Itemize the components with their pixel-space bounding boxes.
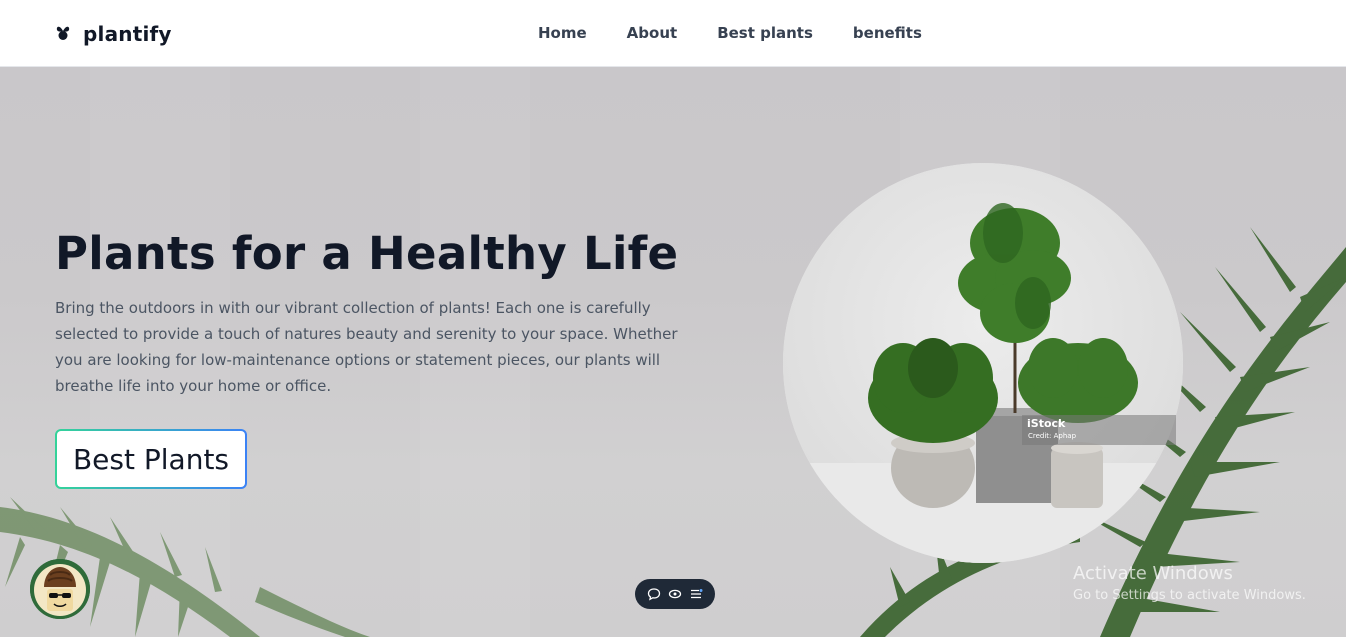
image-credit-badge: iStock Credit: Aphap bbox=[1022, 415, 1176, 445]
user-avatar[interactable] bbox=[30, 559, 90, 619]
brand[interactable]: plantify bbox=[55, 22, 172, 46]
nav-link-benefits[interactable]: benefits bbox=[853, 24, 922, 42]
plant-logo-icon bbox=[55, 23, 71, 45]
badge-credit: Credit: Aphap bbox=[1028, 432, 1077, 440]
hero-title: Plants for a Healthy Life bbox=[55, 227, 679, 280]
plant-image bbox=[783, 163, 1183, 563]
avatar-cupcake-icon bbox=[30, 559, 90, 619]
navbar: plantify Home About Best plants benefits bbox=[0, 0, 1346, 67]
nav-link-home[interactable]: Home bbox=[538, 24, 587, 42]
comment-icon[interactable] bbox=[647, 587, 661, 601]
nav-link-about[interactable]: About bbox=[627, 24, 678, 42]
eye-icon[interactable] bbox=[668, 587, 682, 601]
watermark-title: Activate Windows bbox=[1073, 563, 1233, 584]
watermark-subtitle: Go to Settings to activate Windows. bbox=[1073, 588, 1306, 603]
floating-toolbar bbox=[635, 579, 715, 609]
nav-link-best-plants[interactable]: Best plants bbox=[717, 24, 813, 42]
main-nav: Home About Best plants benefits bbox=[538, 24, 922, 42]
windows-activation-watermark: Activate Windows Go to Settings to activ… bbox=[1073, 563, 1306, 603]
badge-source: iStock bbox=[1027, 417, 1066, 430]
menu-icon[interactable] bbox=[689, 587, 703, 601]
hero-description: Bring the outdoors in with our vibrant c… bbox=[55, 299, 678, 395]
hero-section: Plants for a Healthy Life Bring the outd… bbox=[0, 67, 1346, 637]
potted-plants-illustration bbox=[783, 163, 1183, 563]
brand-name: plantify bbox=[83, 22, 172, 46]
best-plants-button[interactable]: Best Plants bbox=[55, 429, 247, 489]
